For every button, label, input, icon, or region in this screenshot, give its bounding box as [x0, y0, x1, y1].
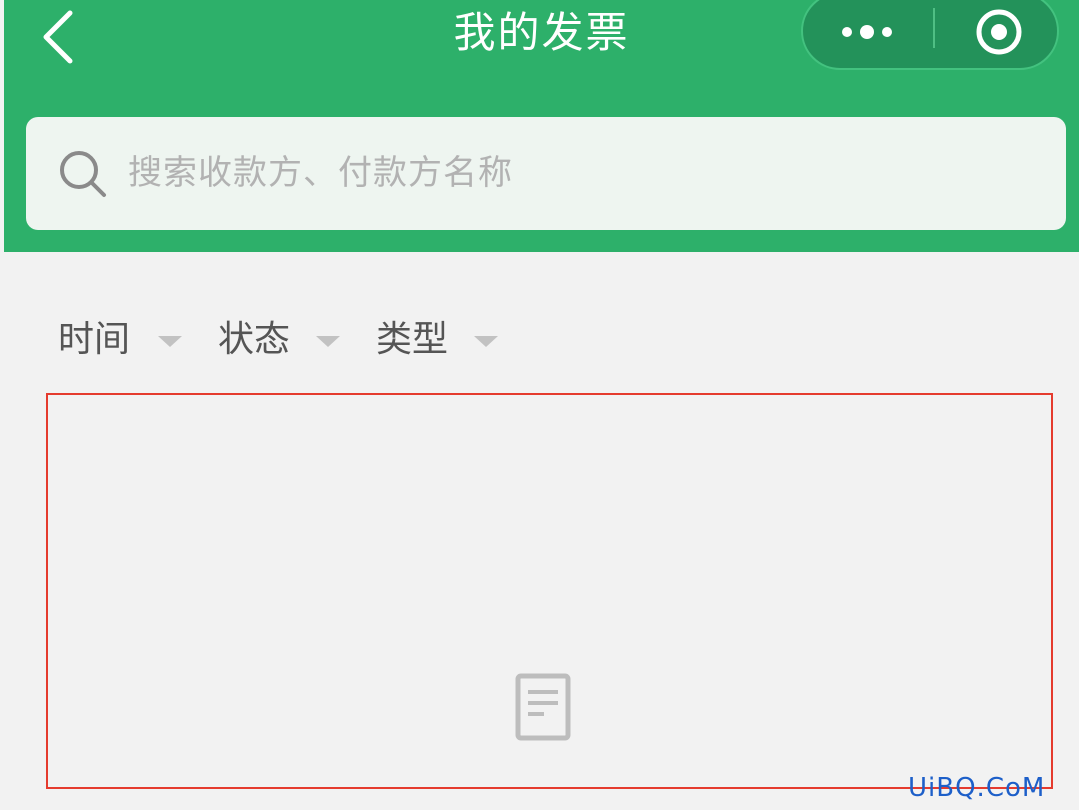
- invoice-page: 我的发票 搜索收款方、付款方名称 时间 状态 类型 UiBQ.CoM: [0, 0, 1079, 810]
- filter-time-label: 时间: [58, 319, 131, 360]
- capsule-divider: [933, 8, 935, 48]
- filter-type[interactable]: 类型: [376, 312, 506, 368]
- caret-down-icon: [474, 336, 498, 347]
- search-icon: [60, 151, 106, 197]
- document-icon: [515, 673, 571, 741]
- caret-down-icon: [158, 336, 182, 347]
- filter-type-label: 类型: [376, 319, 449, 360]
- invoice-list-area: [46, 393, 1053, 789]
- more-button[interactable]: [803, 0, 931, 70]
- header-bar: 我的发票 搜索收款方、付款方名称: [4, 0, 1079, 252]
- search-input[interactable]: 搜索收款方、付款方名称: [26, 117, 1066, 230]
- filter-status[interactable]: 状态: [218, 312, 348, 368]
- filter-status-label: 状态: [218, 319, 291, 360]
- more-dots-icon: [842, 25, 892, 39]
- watermark-logo: UiBQ.CoM: [908, 773, 1046, 803]
- close-miniprogram-button[interactable]: [937, 0, 1057, 70]
- target-circle-icon: [976, 9, 1022, 55]
- filter-time[interactable]: 时间: [58, 312, 188, 368]
- search-placeholder: 搜索收款方、付款方名称: [128, 153, 513, 193]
- capsule-menu: [801, 0, 1059, 70]
- caret-down-icon: [316, 336, 340, 347]
